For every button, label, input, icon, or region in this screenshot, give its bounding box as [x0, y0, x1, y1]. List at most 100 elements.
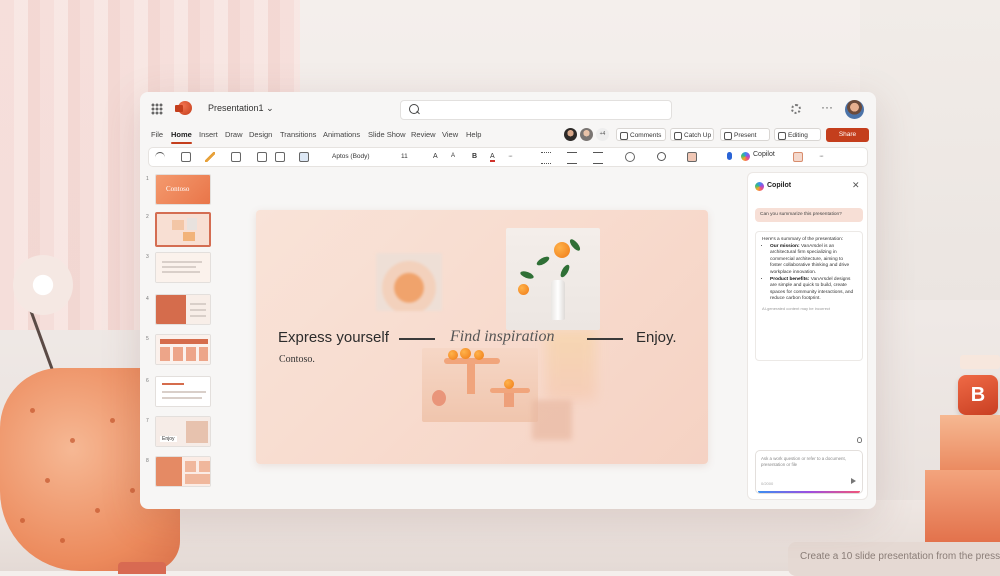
slide-thumbnail[interactable] [155, 294, 211, 325]
grow-font-icon[interactable]: A [433, 153, 438, 160]
section-icon[interactable] [275, 152, 285, 162]
bold-icon[interactable]: B [472, 153, 477, 160]
editing-mode-button[interactable]: Editing [774, 128, 821, 141]
company-name[interactable]: Contoso. [279, 354, 315, 365]
settings-icon[interactable] [791, 104, 801, 114]
more-font-icon[interactable]: ··· [508, 153, 513, 160]
ribbon-tabs: File Home Insert Draw Design Transitions… [140, 126, 876, 146]
comments-button[interactable]: Comments [616, 128, 666, 141]
avatar[interactable] [845, 100, 864, 119]
copilot-icon [755, 182, 764, 191]
flower-decoration [8, 250, 78, 320]
slide-number: 4 [146, 296, 149, 302]
bullet-label: Our mission: [770, 243, 800, 249]
copilot-button[interactable]: Copilot [741, 151, 775, 161]
cup-photo[interactable] [376, 253, 442, 311]
divider-line [399, 338, 435, 340]
font-family-select[interactable]: Aptos (Body) [329, 151, 398, 163]
slide-number: 7 [146, 418, 149, 424]
search-icon [409, 104, 419, 114]
thumbnail-title: Contoso [166, 185, 190, 193]
slide-thumbnail[interactable] [155, 376, 211, 407]
slide-thumbnail[interactable] [155, 334, 211, 365]
slide-thumbnail[interactable] [155, 252, 211, 283]
tab-help[interactable]: Help [466, 130, 481, 139]
tab-file[interactable]: File [151, 130, 163, 139]
numbering-icon[interactable] [567, 152, 577, 164]
slide-text-center[interactable]: Find inspiration [450, 328, 554, 346]
slide-thumbnail[interactable] [155, 456, 211, 487]
slide-number: 8 [146, 458, 149, 464]
undo-icon[interactable] [155, 152, 165, 163]
font-color-icon[interactable]: A [490, 153, 495, 162]
copilot-prompt-input[interactable]: Ask a work question or refer to a docume… [755, 450, 863, 494]
new-slide-icon[interactable] [231, 152, 241, 162]
font-size-select[interactable]: 11 [401, 151, 421, 163]
document-title[interactable]: Presentation1 ⌄ [208, 103, 274, 114]
slide-number: 3 [146, 254, 149, 260]
letter-blocks-decoration: B [925, 355, 1000, 545]
picture-icon[interactable] [299, 152, 309, 162]
present-icon [724, 132, 732, 140]
bullets-icon[interactable] [541, 152, 551, 164]
shrink-font-icon[interactable]: A [451, 153, 455, 159]
find-icon[interactable] [657, 152, 666, 161]
close-icon[interactable]: ✕ [852, 180, 860, 191]
slide-thumbnail[interactable]: Contoso [155, 174, 211, 205]
ribbon-toolbar: Aptos (Body) 11 A A B A ··· Copilot ··· [148, 147, 868, 167]
collaborator-avatar[interactable] [564, 128, 577, 141]
thumbnail-label: Enjoy [160, 436, 177, 442]
present-button[interactable]: Present [720, 128, 770, 141]
more-options-icon[interactable]: ··· [821, 100, 833, 114]
dictate-icon[interactable] [727, 152, 732, 160]
tab-transitions[interactable]: Transitions [280, 130, 316, 139]
bullet-label: Product benefits: [770, 276, 810, 282]
character-count: 0/2000 [761, 481, 774, 486]
user-message: Can you summarize this presentation? [755, 208, 863, 222]
background-wall [860, 0, 1000, 300]
block-letter: B [958, 375, 998, 415]
reply-intro: Here's a summary of the presentation: [762, 237, 844, 242]
slide-number: 2 [146, 214, 149, 220]
tab-home[interactable]: Home [171, 130, 192, 144]
copilot-pane: Copilot ✕ Can you summarize this present… [747, 172, 868, 500]
lightbulb-icon[interactable] [857, 437, 862, 443]
catch-up-button[interactable]: Catch Up [670, 128, 714, 141]
share-button[interactable]: Share [826, 128, 869, 142]
more-options-icon[interactable]: ··· [819, 153, 824, 160]
tab-view[interactable]: View [442, 130, 458, 139]
slide-canvas[interactable]: Express yourself Find inspiration Enjoy.… [256, 210, 708, 464]
divider-line [587, 338, 623, 340]
blurred-accent [532, 400, 572, 440]
slide-text-left[interactable]: Express yourself [278, 329, 389, 346]
search-input[interactable] [400, 100, 672, 120]
collaborator-avatar[interactable] [580, 128, 593, 141]
tab-design[interactable]: Design [249, 130, 272, 139]
send-icon[interactable] [851, 478, 856, 484]
shapes-icon[interactable] [625, 152, 635, 162]
copilot-reply: Here's a summary of the presentation: Ou… [755, 231, 863, 361]
slide-number: 6 [146, 378, 149, 384]
tab-draw[interactable]: Draw [225, 130, 243, 139]
slide-text-right[interactable]: Enjoy. [636, 329, 677, 346]
slide-thumbnail-selected[interactable] [155, 212, 211, 247]
collaborator-count[interactable]: +4 [596, 128, 609, 141]
tab-insert[interactable]: Insert [199, 130, 218, 139]
title-bar: Presentation1 ⌄ ··· [140, 92, 876, 126]
slide-thumbnail[interactable]: Enjoy [155, 416, 211, 447]
fruit-bowls-photo[interactable] [422, 348, 538, 422]
designer-icon[interactable] [687, 152, 697, 162]
plant-photo[interactable] [506, 228, 600, 330]
chevron-down-icon: ⌄ [266, 103, 274, 113]
powerpoint-window: Presentation1 ⌄ ··· File Home Insert Dra… [140, 92, 876, 509]
align-icon[interactable] [593, 152, 603, 164]
layout-icon[interactable] [257, 152, 267, 162]
format-painter-icon[interactable] [205, 152, 215, 162]
app-launcher-icon[interactable] [151, 103, 163, 115]
pencil-icon [778, 132, 786, 140]
tab-review[interactable]: Review [411, 130, 436, 139]
tab-animations[interactable]: Animations [323, 130, 360, 139]
paste-icon[interactable] [181, 152, 191, 162]
tab-slide-show[interactable]: Slide Show [368, 130, 406, 139]
add-in-icon[interactable] [793, 152, 803, 162]
